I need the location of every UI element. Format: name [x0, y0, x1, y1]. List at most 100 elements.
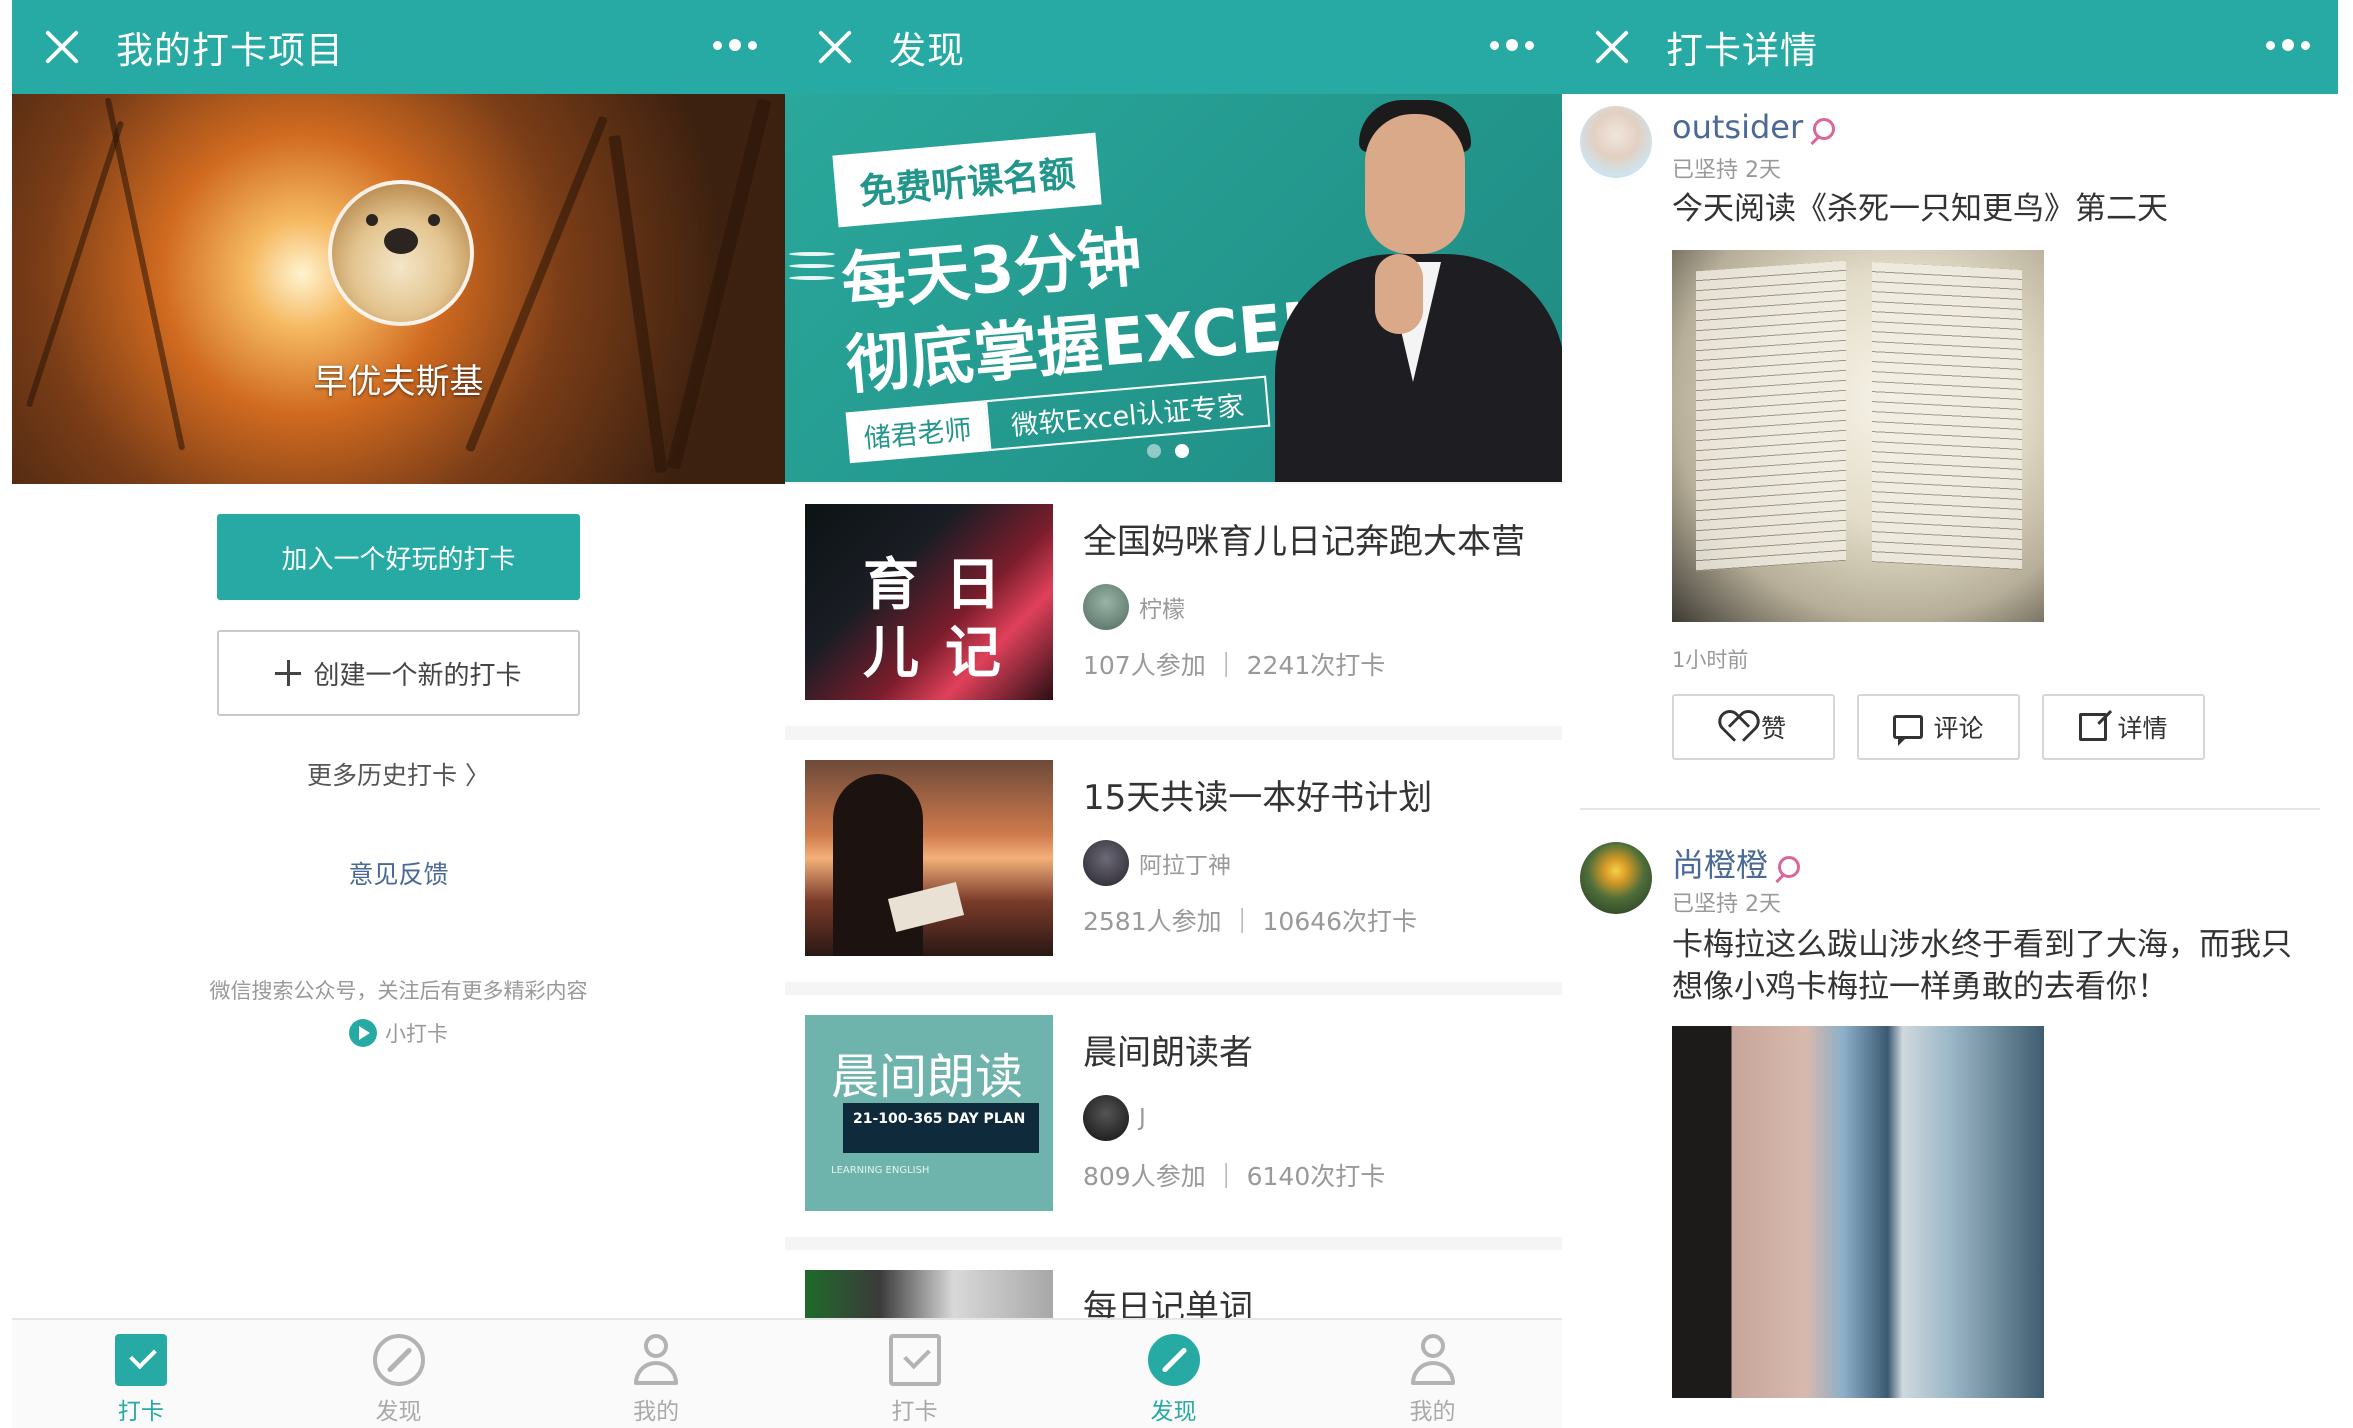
tab-bar: 打卡 发现 我的 [12, 1318, 785, 1428]
carousel-dot-active[interactable] [1175, 444, 1189, 458]
waves-icon [789, 244, 835, 288]
follow-hint: 微信搜索公众号，关注后有更多精彩内容 [209, 979, 588, 1003]
card-title: 全国妈咪育儿日记奔跑大本营 [1083, 522, 1525, 562]
compass-icon [1147, 1334, 1200, 1386]
top-bar: 打卡详情 [1562, 0, 2338, 94]
post-author[interactable]: outsider [1672, 108, 1836, 146]
avatar-nose [384, 228, 418, 254]
avatar-eye [428, 214, 440, 226]
post-actions: 赞 评论 详情 [1672, 694, 2205, 760]
top-bar: 我的打卡项目 [12, 0, 785, 94]
card-stats: 107人参加 ｜ 2241次打卡 [1083, 651, 1386, 680]
profile-hero: 早优夫斯基 [12, 94, 785, 484]
post-text: 今天阅读《杀死一只知更鸟》第二天 [1672, 191, 2168, 227]
screenshot-stage: 我的打卡项目 早优夫斯基 加入一个好玩的打卡 创建一个新的打卡 更多历史打卡 〉… [0, 0, 2353, 1428]
detail-label: 详情 [2117, 714, 2168, 743]
tab-discover[interactable]: 发现 [270, 1320, 528, 1428]
avatar-eye [366, 214, 378, 226]
card-stats: 2581人参加 ｜ 10646次打卡 [1083, 907, 1418, 936]
close-icon[interactable] [815, 27, 855, 67]
username: 早优夫斯基 [313, 362, 484, 402]
author-name: 尚橙橙 [1672, 846, 1769, 884]
more-icon[interactable] [713, 30, 757, 60]
detail-button[interactable]: 详情 [2042, 694, 2205, 760]
page-title: 我的打卡项目 [116, 29, 344, 72]
person-icon [1407, 1334, 1459, 1386]
badge-icon [1813, 118, 1836, 140]
hero-grass [608, 134, 668, 474]
avatar[interactable] [1580, 106, 1652, 178]
checkin-card[interactable]: 15天共读一本好书计划 阿拉丁神 2581人参加 ｜ 10646次打卡 [785, 740, 1562, 982]
more-icon[interactable] [1490, 30, 1534, 60]
external-link-icon [2079, 713, 2108, 741]
post-time: 1小时前 [1672, 648, 1749, 672]
checkin-card[interactable]: 育 日 儿 记 全国妈咪育儿日记奔跑大本营 柠檬 107人参加 ｜ 2241次打… [785, 484, 1562, 726]
card-owner: 阿拉丁神 [1083, 840, 1231, 886]
avatar [1083, 840, 1129, 886]
banner-teacher: 储君老师 [845, 400, 990, 464]
history-link[interactable]: 更多历史打卡 〉 [12, 756, 785, 792]
feedback-link[interactable]: 意见反馈 [12, 855, 785, 891]
tab-checkin[interactable]: 打卡 [12, 1320, 270, 1428]
post-photo[interactable] [1672, 1026, 2044, 1398]
photo-page [1872, 262, 2022, 570]
like-button[interactable]: 赞 [1672, 694, 1835, 760]
top-bar: 发现 [785, 0, 1562, 94]
tab-label: 我的 [1409, 1399, 1456, 1425]
compass-icon [372, 1334, 425, 1386]
tab-discover[interactable]: 发现 [1044, 1320, 1303, 1428]
tab-label: 打卡 [117, 1399, 164, 1425]
tab-checkin[interactable]: 打卡 [785, 1320, 1044, 1428]
card-stats: 809人参加 ｜ 6140次打卡 [1083, 1162, 1386, 1191]
card-title: 15天共读一本好书计划 [1083, 778, 1433, 818]
checkin-icon [114, 1334, 167, 1386]
post-photo[interactable] [1672, 250, 2044, 622]
page-title: 发现 [889, 29, 965, 72]
tab-mine[interactable]: 我的 [527, 1320, 785, 1428]
join-checkin-button[interactable]: 加入一个好玩的打卡 [217, 514, 580, 600]
close-icon[interactable] [1592, 27, 1632, 67]
card-thumbnail [805, 760, 1053, 956]
create-checkin-label: 创建一个新的打卡 [313, 660, 522, 691]
thumb-title: 晨间朗读 [831, 1049, 1024, 1105]
tab-label: 打卡 [891, 1399, 938, 1425]
close-icon[interactable] [42, 27, 82, 67]
thumb-word: 记 [945, 621, 1001, 686]
owner-name: 阿拉丁神 [1139, 853, 1231, 879]
owner-name: 柠檬 [1139, 597, 1185, 623]
card-thumbnail: 育 日 儿 记 [805, 504, 1053, 700]
carousel-dots [1147, 444, 1189, 458]
plus-icon [275, 660, 302, 686]
avatar[interactable] [328, 180, 474, 326]
create-checkin-button[interactable]: 创建一个新的打卡 [217, 630, 580, 716]
tab-mine[interactable]: 我的 [1303, 1320, 1562, 1428]
promo-banner[interactable]: 免费听课名额 每天3分钟 彻底掌握EXCEL 储君老师 微软Excel认证专家 [785, 94, 1562, 482]
card-owner: 柠檬 [1083, 584, 1185, 630]
feed-post: outsider 已坚持 2天 今天阅读《杀死一只知更鸟》第二天 1小时前 赞 … [1562, 94, 2338, 814]
comment-icon [1893, 715, 1924, 746]
thumb-plan: 21-100-365 DAY PLAN [843, 1103, 1039, 1153]
post-persist: 已坚持 2天 [1672, 892, 1781, 917]
author-name: outsider [1672, 108, 1804, 146]
comment-button[interactable]: 评论 [1857, 694, 2020, 760]
card-title: 晨间朗读者 [1083, 1033, 1253, 1073]
tab-label: 发现 [1150, 1399, 1197, 1425]
badge-icon [1778, 856, 1801, 878]
banner-person [1255, 94, 1562, 482]
checkin-icon [888, 1334, 941, 1386]
hero-grass [666, 97, 772, 471]
brand-link[interactable]: 小打卡 [12, 1018, 785, 1048]
panel-discover: 发现 免费听课名额 每天3分钟 彻底掌握EXCEL 储君老师 微软Excel认证… [785, 0, 1562, 1428]
divider [1580, 808, 2320, 810]
like-label: 赞 [1760, 714, 1786, 743]
more-icon[interactable] [2266, 30, 2310, 60]
feed-post: 尚橙橙 已坚持 2天 卡梅拉这么跋山涉水终于看到了大海，而我只想像小鸡卡梅拉一样… [1562, 830, 2338, 1428]
tab-label: 我的 [633, 1399, 680, 1425]
carousel-dot[interactable] [1147, 444, 1161, 458]
photo-page [1696, 260, 1846, 572]
avatar[interactable] [1580, 842, 1652, 914]
post-author[interactable]: 尚橙橙 [1672, 840, 1801, 886]
avatar [1083, 1095, 1129, 1141]
checkin-card[interactable]: 晨间朗读 21-100-365 DAY PLAN LEARNING ENGLIS… [785, 995, 1562, 1237]
avatar [1083, 584, 1129, 630]
